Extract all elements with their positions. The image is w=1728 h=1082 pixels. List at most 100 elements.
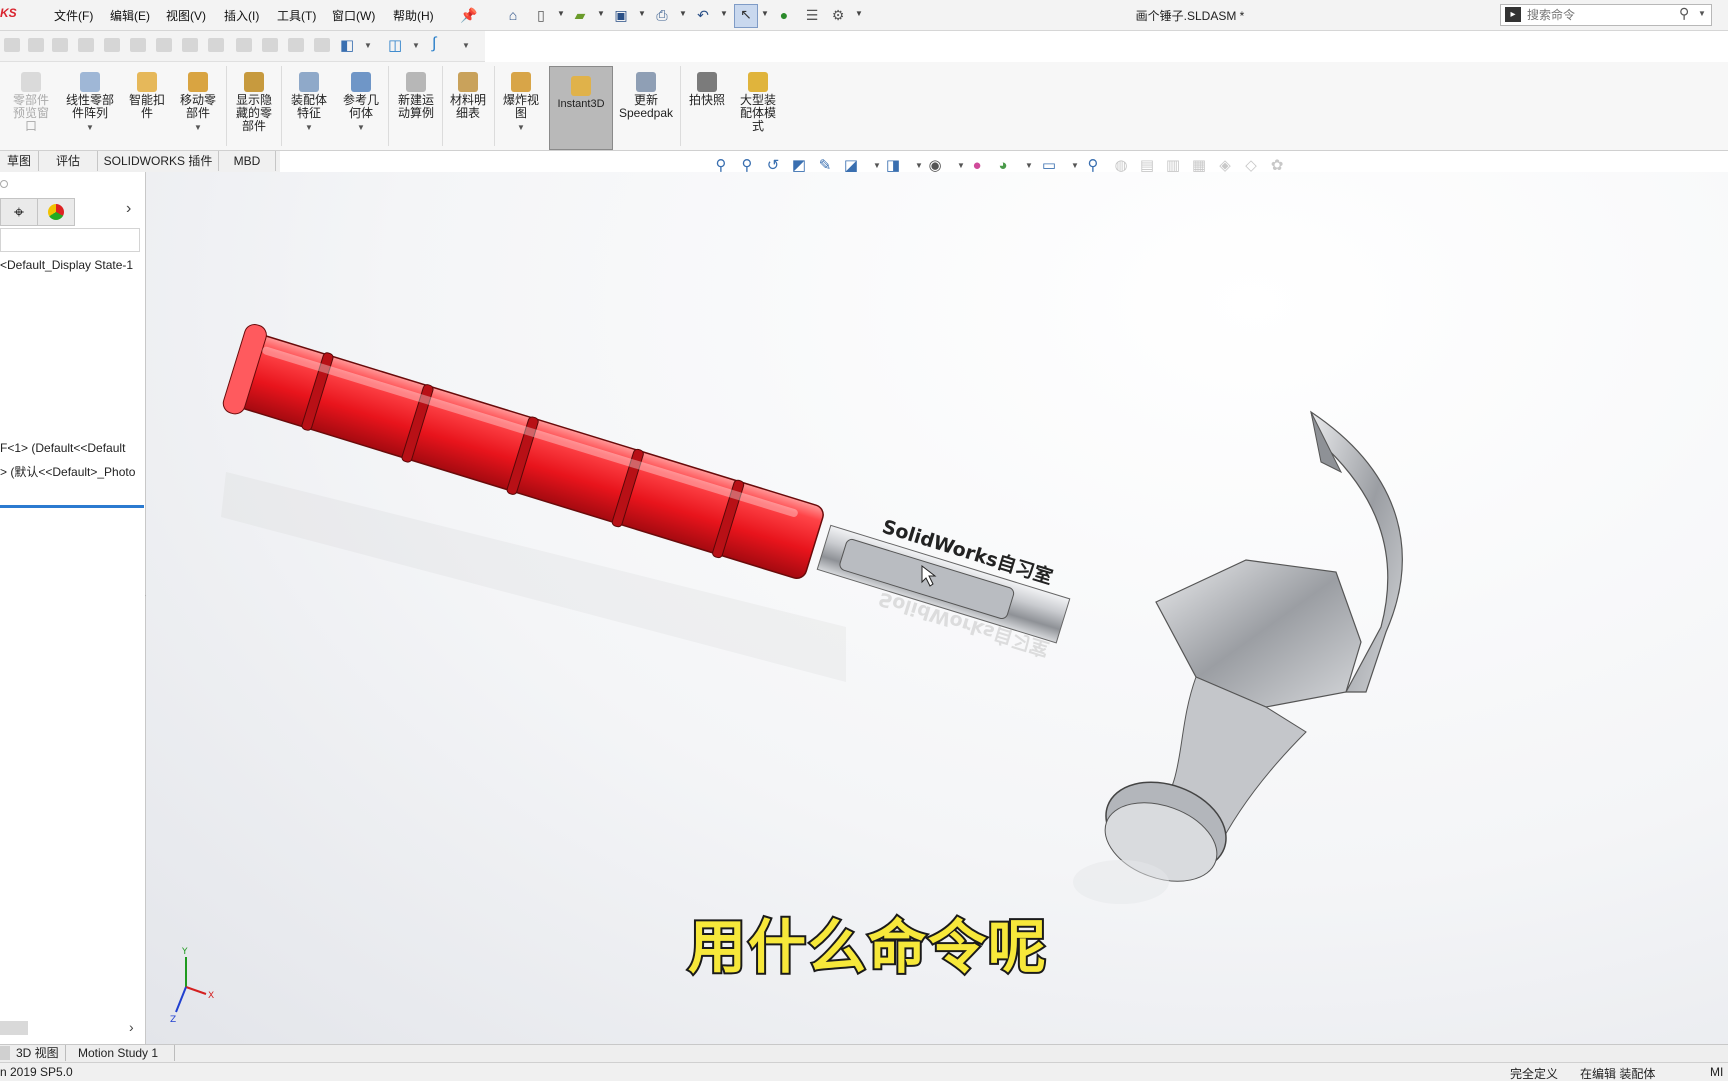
- select-pointer-icon[interactable]: ↖: [734, 4, 758, 28]
- take-snapshot-button[interactable]: 拍快照: [682, 66, 732, 107]
- units-status[interactable]: MI: [1710, 1065, 1723, 1079]
- chevron-down-icon[interactable]: ▼: [60, 121, 120, 134]
- previous-view-icon[interactable]: ↺: [764, 157, 782, 175]
- chevron-down-icon[interactable]: ▼: [597, 9, 605, 18]
- chevron-down-icon[interactable]: ▼: [172, 121, 224, 134]
- menu-edit[interactable]: 编辑(E): [110, 7, 150, 24]
- faded-view-icon[interactable]: ✿: [1268, 157, 1286, 175]
- toolbar-icon[interactable]: [314, 38, 330, 52]
- chevron-down-icon[interactable]: ▼: [364, 41, 372, 50]
- chevron-down-icon[interactable]: ▼: [1066, 157, 1084, 175]
- chevron-down-icon[interactable]: ▼: [557, 9, 565, 18]
- new-document-icon[interactable]: ▯: [532, 6, 550, 24]
- menu-file[interactable]: 文件(F): [54, 7, 93, 24]
- toolbar-icon[interactable]: [208, 38, 224, 52]
- toolbar-icon[interactable]: [182, 38, 198, 52]
- tab-3d-view[interactable]: 3D 视图: [10, 1045, 66, 1061]
- menu-insert[interactable]: 插入(I): [224, 7, 259, 24]
- panel-filter-field[interactable]: [0, 228, 140, 252]
- tab-motion-study-1[interactable]: Motion Study 1: [72, 1045, 175, 1061]
- apply-scene-icon[interactable]: ◕: [994, 157, 1012, 175]
- menu-help[interactable]: 帮助(H): [393, 7, 434, 24]
- tab-evaluate[interactable]: 评估: [39, 151, 98, 171]
- show-hidden-components-button[interactable]: 显示隐 藏的零 部件: [228, 66, 280, 133]
- toolbar-icon[interactable]: [288, 38, 304, 52]
- move-component-button[interactable]: 移动零 部件 ▼: [172, 66, 224, 134]
- open-folder-icon[interactable]: ▰: [571, 6, 589, 24]
- search-commands-box[interactable]: ▸ ⚲ ▼: [1500, 4, 1712, 26]
- view-cube-icon[interactable]: ◧: [340, 36, 358, 54]
- update-speedpak-button[interactable]: 更新 Speedpak: [614, 66, 678, 120]
- linear-component-pattern-button[interactable]: 线性零部 件阵列 ▼: [60, 66, 120, 134]
- view-pane-icon[interactable]: ⚲: [1084, 157, 1102, 175]
- toolbar-icon[interactable]: [236, 38, 252, 52]
- tab-mbd[interactable]: MBD: [219, 151, 276, 171]
- chevron-down-icon[interactable]: ▼: [462, 41, 470, 50]
- toolbar-icon[interactable]: [28, 38, 44, 52]
- view-settings-icon[interactable]: ▭: [1040, 157, 1058, 175]
- menu-tools[interactable]: 工具(T): [277, 7, 316, 24]
- chevron-down-icon[interactable]: ▼: [496, 121, 546, 134]
- faded-view-icon[interactable]: ▥: [1164, 157, 1182, 175]
- tree-item-component[interactable]: F<1> (Default<<Default: [0, 441, 144, 455]
- chevron-down-icon[interactable]: ▼: [855, 9, 863, 18]
- configuration-manager-tab[interactable]: ⌖: [0, 198, 38, 226]
- faded-view-icon[interactable]: ◍: [1112, 157, 1130, 175]
- exploded-view-button[interactable]: 爆炸视 图 ▼: [496, 66, 546, 134]
- instant3d-button[interactable]: Instant3D: [550, 66, 612, 111]
- search-icon[interactable]: ⚲: [1679, 5, 1689, 22]
- chevron-down-icon[interactable]: ▼: [720, 9, 728, 18]
- chevron-right-icon[interactable]: ›: [126, 200, 131, 218]
- bill-of-materials-button[interactable]: 材料明 细表: [443, 66, 493, 120]
- faded-view-icon[interactable]: ▦: [1190, 157, 1208, 175]
- toolbar-icon[interactable]: [130, 38, 146, 52]
- zoom-to-area-icon[interactable]: ⚲: [738, 157, 756, 175]
- chevron-down-icon[interactable]: ▼: [412, 41, 420, 50]
- toolbar-icon[interactable]: [104, 38, 120, 52]
- chevron-down-icon[interactable]: ▼: [335, 121, 387, 134]
- component-preview-window-button[interactable]: 零部件 预览窗 口: [2, 66, 60, 133]
- tree-item-appearance[interactable]: > (默认<<Default>_Photo: [0, 463, 144, 480]
- undo-icon[interactable]: ↶: [694, 6, 712, 24]
- solidworks-logo[interactable]: KS: [0, 6, 22, 24]
- display-style-icon[interactable]: ◨: [884, 157, 902, 175]
- display-state-item[interactable]: <Default_Display State-1: [0, 258, 144, 272]
- chevron-down-icon[interactable]: ▼: [679, 9, 687, 18]
- section-view-icon[interactable]: ◩: [790, 157, 808, 175]
- options-gear-icon[interactable]: ⚙: [829, 6, 847, 24]
- hide-show-items-icon[interactable]: ◉: [926, 157, 944, 175]
- print-icon[interactable]: ⎙: [653, 6, 671, 24]
- toolbar-icon[interactable]: [4, 38, 20, 52]
- menu-view[interactable]: 视图(V): [166, 7, 206, 24]
- new-motion-study-button[interactable]: 新建运 动算例: [390, 66, 442, 120]
- toolbar-icon[interactable]: [156, 38, 172, 52]
- horizontal-scrollbar-thumb[interactable]: [0, 1021, 28, 1035]
- chevron-down-icon[interactable]: ▼: [638, 9, 646, 18]
- faded-view-icon[interactable]: ▤: [1138, 157, 1156, 175]
- chevron-down-icon[interactable]: ▼: [761, 9, 769, 18]
- save-icon[interactable]: ▣: [612, 6, 630, 24]
- chevron-down-icon[interactable]: ▼: [1698, 9, 1706, 18]
- display-manager-tab[interactable]: [37, 198, 75, 226]
- reference-geometry-icon[interactable]: ◫: [388, 36, 406, 54]
- toolbar-icon[interactable]: [262, 38, 278, 52]
- curve-icon[interactable]: ∫: [432, 35, 450, 53]
- toolbar-icon[interactable]: [78, 38, 94, 52]
- edit-appearance-icon[interactable]: ●: [968, 157, 986, 175]
- rebuild-traffic-light-icon[interactable]: ●: [775, 6, 793, 24]
- search-input[interactable]: [1527, 7, 1667, 23]
- chevron-down-icon[interactable]: ▼: [283, 121, 335, 134]
- zoom-to-fit-icon[interactable]: ⚲: [712, 157, 730, 175]
- chevron-right-icon[interactable]: ›: [129, 1019, 134, 1035]
- reference-geometry-button[interactable]: 参考几 何体 ▼: [335, 66, 387, 134]
- assembly-features-button[interactable]: 装配体 特征 ▼: [283, 66, 335, 134]
- chevron-down-icon[interactable]: ▼: [1020, 157, 1038, 175]
- home-icon[interactable]: ⌂: [504, 6, 522, 24]
- tab-sketch[interactable]: 草图: [0, 151, 39, 171]
- view-orientation-icon[interactable]: ◪: [842, 157, 860, 175]
- large-assembly-mode-button[interactable]: 大型装 配体模 式: [732, 66, 784, 133]
- faded-view-icon[interactable]: ◇: [1242, 157, 1260, 175]
- panel-handle[interactable]: [0, 180, 8, 188]
- menu-window[interactable]: 窗口(W): [332, 7, 375, 24]
- pin-icon[interactable]: 📌: [460, 6, 478, 24]
